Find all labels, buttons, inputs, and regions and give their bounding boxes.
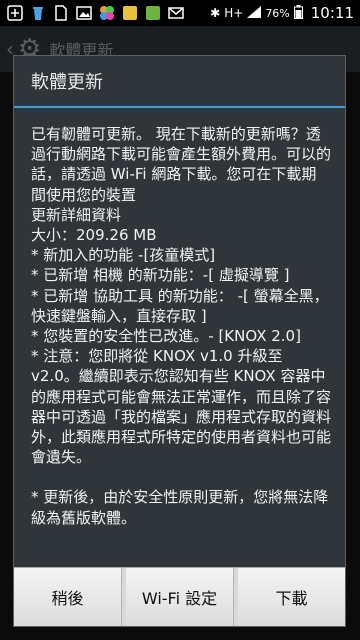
app-yellow-icon: [121, 4, 139, 22]
image-icon: [75, 4, 93, 22]
bluetooth-icon: ✱: [210, 6, 221, 20]
mail-icon: [167, 4, 185, 22]
dialog-message[interactable]: 已有韌體可更新。 現在下載新的更新嗎？透過行動網路下載可能會產生額外費用。可以的…: [14, 108, 345, 567]
feature-accessibility: * 已新增 協助工具 的新功能： -[ 螢幕全黑，快速鍵盤輸入，直接存取 ]: [31, 286, 329, 325]
downgrade-notice: * 更新後，由於安全性原則更新，您將無法降級為舊版軟體。: [31, 488, 329, 527]
plus-notification-icon: [6, 4, 24, 22]
download-button[interactable]: 下載: [238, 568, 345, 626]
feature-camera: * 已新增 相機 的新功能：-[ 虛擬導覽 ]: [31, 266, 290, 285]
software-update-dialog: 軟體更新 已有韌體可更新。 現在下載新的更新嗎？透過行動網路下載可能會產生額外費…: [13, 55, 346, 627]
battery-percent: 76%: [265, 6, 290, 20]
file-icon: [52, 4, 70, 22]
feature-kids-mode: * 新加入的功能 -[孩童模式]: [31, 246, 216, 265]
dialog-button-bar: 稍後 Wi-Fi 設定 下載: [14, 567, 345, 626]
details-heading: 更新詳細資料: [31, 205, 122, 224]
update-intro: 已有韌體可更新。 現在下載新的更新嗎？透過行動網路下載可能會產生額外費用。可以的…: [31, 125, 332, 204]
network-type: H+: [224, 6, 244, 20]
wifi-settings-button[interactable]: Wi-Fi 設定: [126, 568, 234, 626]
app-color-icon: [98, 4, 116, 22]
status-bar: ✱ H+ 76% 10:11: [0, 0, 360, 26]
update-size: 大小：209.26 MB: [31, 226, 157, 245]
knox-notice: * 注意：您即將從 KNOX v1.0 升級至 v2.0。繼續即表示您認知有些 …: [31, 347, 332, 467]
dialog-title: 軟體更新: [14, 56, 345, 108]
later-button[interactable]: 稍後: [14, 568, 122, 626]
clock: 10:11: [310, 4, 354, 22]
trash-icon: [29, 4, 47, 22]
signal-icon: [247, 5, 262, 21]
battery-icon: [293, 4, 303, 22]
app-green-icon: [144, 4, 162, 22]
feature-security: * 您裝置的安全性已改進。- [KNOX 2.0]: [31, 327, 301, 346]
